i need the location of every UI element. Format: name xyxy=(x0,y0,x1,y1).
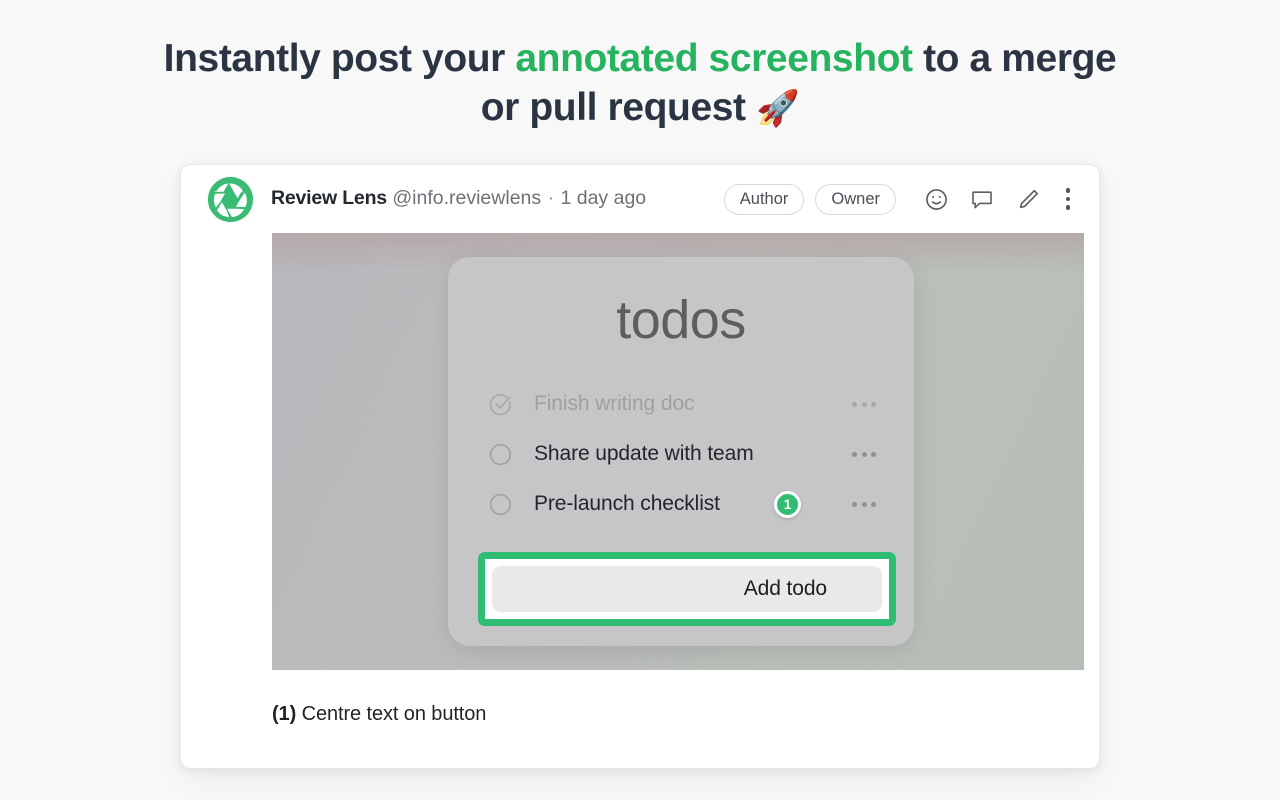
todo-item[interactable]: Finish writing doc xyxy=(488,379,876,429)
author-badge[interactable]: Author xyxy=(723,183,805,215)
annotation-highlight-box: Add todo xyxy=(478,552,896,626)
todo-item[interactable]: Share update with team xyxy=(488,429,876,479)
empty-circle-icon[interactable] xyxy=(488,492,513,517)
comment-button[interactable] xyxy=(965,182,999,216)
todo-app-title: todos xyxy=(616,290,746,350)
author-handle[interactable]: @info.reviewlens xyxy=(392,187,541,209)
comment-icon xyxy=(969,186,995,212)
empty-circle-icon[interactable] xyxy=(488,442,513,467)
headline-part-1: Instantly post your xyxy=(163,37,516,80)
kebab-menu-icon[interactable] xyxy=(1057,182,1079,216)
avatar[interactable] xyxy=(208,176,253,222)
todo-item-label: Finish writing doc xyxy=(534,392,695,415)
post-actions: Author Owner xyxy=(723,182,1085,216)
post-meta: Review Lens @info.reviewlens · 1 day ago xyxy=(271,189,646,209)
owner-badge[interactable]: Owner xyxy=(815,183,896,215)
emoji-reaction-button[interactable] xyxy=(919,182,953,216)
emoji-reaction-icon xyxy=(924,187,949,212)
pencil-edit-icon xyxy=(1016,187,1041,212)
todo-item-label: Pre-launch checklist xyxy=(534,492,720,515)
headline-accent-text: annotated screenshot xyxy=(515,37,913,80)
rocket-icon: 🚀 xyxy=(756,89,800,130)
add-todo-button[interactable]: Add todo xyxy=(492,566,882,612)
annotation-caption: (1) Centre text on button xyxy=(272,703,486,726)
annotation-caption-number: (1) xyxy=(272,703,297,725)
todo-list: Finish writing doc Share update with tea xyxy=(448,379,914,529)
annotation-marker-1[interactable]: 1 xyxy=(774,491,801,518)
aperture-icon xyxy=(211,180,250,219)
post-card: Review Lens @info.reviewlens · 1 day ago… xyxy=(180,164,1100,769)
annotation-caption-text: Centre text on button xyxy=(296,703,487,725)
check-circle-icon[interactable] xyxy=(488,392,513,417)
post-timestamp: 1 day ago xyxy=(560,187,647,210)
todo-app-panel: todos Finish writing doc Share update wi… xyxy=(448,257,914,646)
edit-button[interactable] xyxy=(1011,182,1045,216)
annotated-screenshot: todos Finish writing doc Share update wi… xyxy=(272,233,1084,670)
todo-item[interactable]: Pre-launch checklist 1 xyxy=(488,479,876,529)
todo-item-label: Share update with team xyxy=(534,442,754,465)
page-root: Instantly post your annotated screenshot… xyxy=(0,0,1280,800)
ellipsis-icon[interactable] xyxy=(852,401,876,407)
page-headline: Instantly post your annotated screenshot… xyxy=(150,34,1130,132)
post-header: Review Lens @info.reviewlens · 1 day ago… xyxy=(181,165,1099,233)
author-name[interactable]: Review Lens xyxy=(271,187,387,209)
ellipsis-icon[interactable] xyxy=(852,501,876,507)
meta-separator: · xyxy=(547,187,555,210)
ellipsis-icon[interactable] xyxy=(852,451,876,457)
